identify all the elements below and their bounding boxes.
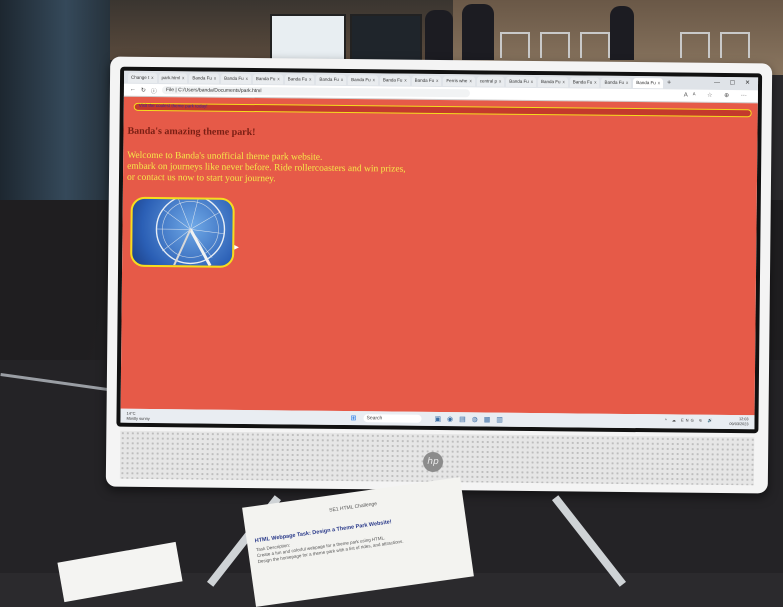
site-info-icon[interactable]: ⓘ bbox=[151, 85, 157, 94]
browser-tab[interactable]: Banda Fux bbox=[285, 74, 315, 84]
background-person bbox=[425, 10, 453, 60]
browser-tab[interactable]: Banda Fux bbox=[189, 73, 219, 83]
tab-label: Banda Fu bbox=[541, 77, 561, 87]
tab-close-icon[interactable]: x bbox=[182, 73, 184, 83]
browser-tab[interactable]: Banda Fux bbox=[380, 75, 410, 85]
ferris-wheel-image[interactable] bbox=[130, 197, 235, 268]
browser-tab[interactable]: Ferris whex bbox=[443, 76, 474, 86]
marquee-banner: Visit the coolest theme park today! bbox=[134, 103, 752, 117]
url-field[interactable]: File | C:/Users/banda/Documents/park.htm… bbox=[162, 86, 470, 97]
browser-tab[interactable]: Banda Fux bbox=[538, 77, 568, 87]
browser-tab[interactable]: Banda Fux bbox=[221, 73, 251, 83]
tab-label: Banda Fu bbox=[636, 78, 656, 88]
tab-close-icon[interactable]: x bbox=[246, 73, 248, 83]
mouse-cursor-icon: ▶ bbox=[234, 244, 239, 251]
tab-label: Banda Fu bbox=[509, 76, 529, 86]
background-person bbox=[610, 6, 634, 60]
tab-close-icon[interactable]: x bbox=[469, 76, 471, 86]
clock[interactable]: 12:03 09/03/2023 bbox=[729, 417, 748, 427]
monitor-bezel: Change txpark.htmlxBanda FuxBanda FuxBan… bbox=[116, 67, 762, 434]
tab-label: Banda Fu bbox=[288, 74, 308, 84]
browser-tab[interactable]: park.htmlx bbox=[159, 73, 188, 83]
tab-close-icon[interactable]: x bbox=[499, 76, 501, 86]
ferris-wheel-icon bbox=[132, 199, 233, 266]
tab-label: Banda Fu bbox=[351, 75, 371, 85]
web-page: Visit the coolest theme park today! Band… bbox=[121, 97, 758, 416]
browser-tab[interactable]: Change tx bbox=[128, 72, 157, 82]
tab-label: Banda Fu bbox=[415, 75, 435, 85]
browser-tab[interactable]: Banda Fux bbox=[506, 76, 536, 86]
browser-tab[interactable]: Banda Fux bbox=[570, 77, 600, 87]
tab-label: Banda Fu bbox=[224, 73, 244, 83]
curtain bbox=[0, 0, 110, 200]
browser-tab[interactable]: Banda Fux bbox=[348, 75, 378, 85]
chair bbox=[580, 32, 610, 58]
weather-widget[interactable]: 14°C Mostly sunny bbox=[126, 411, 149, 421]
tab-label: Banda Fu bbox=[383, 75, 403, 85]
chair bbox=[540, 32, 570, 58]
browser-tab[interactable]: Banda Fux bbox=[253, 74, 283, 84]
page-heading: Banda's amazing theme park! bbox=[127, 126, 255, 138]
browser-tab[interactable]: Banda Fux bbox=[412, 75, 442, 85]
chair bbox=[680, 32, 710, 58]
tab-label: Banda Fu bbox=[604, 77, 624, 87]
background-monitor bbox=[350, 14, 422, 64]
tab-label: Banda Fu bbox=[319, 74, 339, 84]
browser-tab[interactable]: Banda Fux bbox=[633, 78, 663, 88]
tab-close-icon[interactable]: x bbox=[562, 77, 564, 87]
chair bbox=[720, 32, 750, 58]
intro-text: Welcome to Banda's unofficial theme park… bbox=[127, 151, 406, 187]
monitor: Change txpark.htmlxBanda FuxBanda FuxBan… bbox=[106, 57, 772, 494]
screen: Change txpark.htmlxBanda FuxBanda FuxBan… bbox=[120, 71, 758, 430]
tab-label: Ferris whe bbox=[446, 76, 467, 86]
tab-close-icon[interactable]: x bbox=[531, 76, 533, 86]
tab-close-icon[interactable]: x bbox=[309, 74, 311, 84]
tab-close-icon[interactable]: x bbox=[436, 75, 438, 85]
tab-label: Change t bbox=[131, 72, 149, 82]
tab-close-icon[interactable]: x bbox=[626, 77, 628, 87]
tab-close-icon[interactable]: x bbox=[658, 78, 660, 88]
browser-tab[interactable]: central px bbox=[477, 76, 505, 86]
tab-close-icon[interactable]: x bbox=[404, 75, 406, 85]
tab-label: Banda Fu bbox=[256, 74, 276, 84]
browser-tab[interactable]: Banda Fux bbox=[601, 77, 631, 87]
background-monitor bbox=[270, 14, 346, 64]
tab-label: park.html bbox=[162, 73, 181, 83]
back-icon[interactable]: ← bbox=[130, 87, 136, 93]
browser-toolbar-icons[interactable]: Aᴬ ☆ ⊕ ⋯ bbox=[684, 92, 752, 100]
taskbar-search[interactable]: Search bbox=[363, 414, 421, 423]
background-person bbox=[462, 4, 494, 60]
start-icon[interactable]: ⊞ bbox=[350, 414, 356, 422]
clock-date: 09/03/2023 bbox=[729, 422, 748, 427]
reload-icon[interactable]: ↻ bbox=[141, 86, 146, 93]
tab-label: Banda Fu bbox=[573, 77, 593, 87]
marquee-text: Visit the coolest theme park today! bbox=[139, 103, 208, 109]
tab-close-icon[interactable]: x bbox=[151, 72, 153, 82]
browser-tab[interactable]: Banda Fux bbox=[316, 74, 346, 84]
tab-close-icon[interactable]: x bbox=[373, 75, 375, 85]
system-tray[interactable]: ^ ☁ ENG ⚟ 🔊 bbox=[665, 417, 715, 423]
tab-close-icon[interactable]: x bbox=[214, 73, 216, 83]
tab-label: Banda Fu bbox=[192, 73, 212, 83]
tab-close-icon[interactable]: x bbox=[341, 74, 343, 84]
tab-close-icon[interactable]: x bbox=[594, 77, 596, 87]
chair bbox=[500, 32, 530, 58]
window-controls[interactable]: — ▢ ✕ bbox=[714, 79, 754, 86]
weather-desc: Mostly sunny bbox=[126, 416, 149, 421]
taskbar-apps[interactable]: ▣ ◉ ▤ ◍ ▦ ▥ bbox=[434, 415, 504, 424]
new-tab-button[interactable]: + bbox=[667, 79, 671, 86]
tab-close-icon[interactable]: x bbox=[277, 74, 279, 84]
hp-logo: hp bbox=[423, 452, 443, 472]
tab-label: central p bbox=[480, 76, 497, 86]
